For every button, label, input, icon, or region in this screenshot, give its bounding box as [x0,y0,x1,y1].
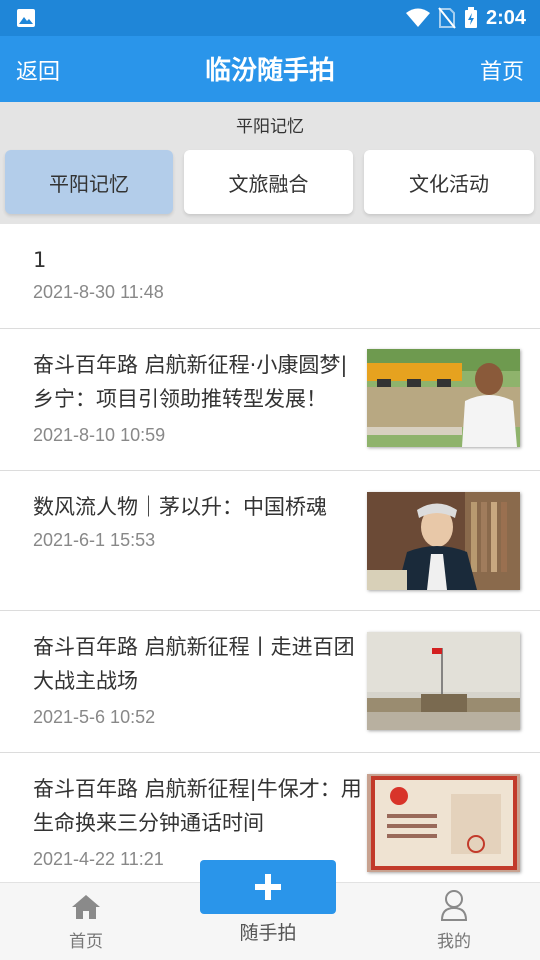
news-title: 奋斗百年路 启航新征程|牛保才：用生命换来三分钟通话时间 [33,777,362,835]
memorial-hall-flag-thumbnail [367,632,520,730]
tab-pingyang-memory[interactable]: 平阳记忆 [5,150,173,214]
news-date: 2021-8-10 10:59 [33,425,166,445]
news-item[interactable]: 奋斗百年路 启航新征程·小康圆梦|乡宁：项目引领助推转型发展！ 2021-8-1… [0,329,540,471]
no-sim-icon [438,7,456,29]
news-title: 1 [33,248,47,272]
news-item[interactable]: 1 2021-8-30 11:48 [0,224,540,329]
gallery-icon [17,9,35,27]
news-item[interactable]: 数风流人物｜茅以升：中国桥魂 2021-6-1 15:53 [0,471,540,611]
capture-label: 随手拍 [239,922,297,944]
news-item[interactable]: 奋斗百年路 启航新征程丨走进百团大战主战场 2021-5-6 10:52 [0,611,540,753]
app-screen: 2:04 返回 临汾随手拍 首页 平阳记忆 平阳记忆 文旅融合 文化活动 1 2… [0,0,540,960]
battery-charging-icon [464,7,477,28]
portrait-reading-thumbnail [367,492,520,590]
home-button[interactable]: 首页 [480,54,524,86]
wifi-icon [405,8,430,27]
news-title: 奋斗百年路 启航新征程·小康圆梦|乡宁：项目引领助推转型发展！ [33,353,348,411]
news-date: 2021-6-1 15:53 [33,530,156,550]
app-bar: 返回 临汾随手拍 首页 [0,36,540,102]
nav-mine[interactable]: 我的 [394,883,514,960]
news-title: 奋斗百年路 启航新征程丨走进百团大战主战场 [33,635,355,693]
home-icon [72,895,100,919]
page-title: 临汾随手拍 [204,56,335,86]
nav-mine-label: 我的 [437,932,471,952]
user-icon [440,890,468,921]
status-bar: 2:04 [0,0,540,36]
capture-button[interactable] [200,860,336,914]
tab-cultural-activities[interactable]: 文化活动 [364,150,534,214]
construction-interview-thumbnail [367,349,520,447]
plus-icon [255,874,281,900]
news-date: 2021-5-6 10:52 [33,707,156,727]
news-title: 数风流人物｜茅以升：中国桥魂 [33,495,327,519]
back-button[interactable]: 返回 [16,54,60,86]
news-date: 2021-4-22 11:21 [33,849,164,869]
certificate-thumbnail [367,774,520,872]
section-header: 平阳记忆 平阳记忆 文旅融合 文化活动 [0,102,540,224]
nav-home-label: 首页 [69,932,103,952]
nav-home[interactable]: 首页 [26,883,146,960]
news-date: 2021-8-30 11:48 [33,282,164,302]
section-title: 平阳记忆 [236,117,304,137]
status-time: 2:04 [485,6,526,29]
tab-culture-tourism[interactable]: 文旅融合 [184,150,353,214]
